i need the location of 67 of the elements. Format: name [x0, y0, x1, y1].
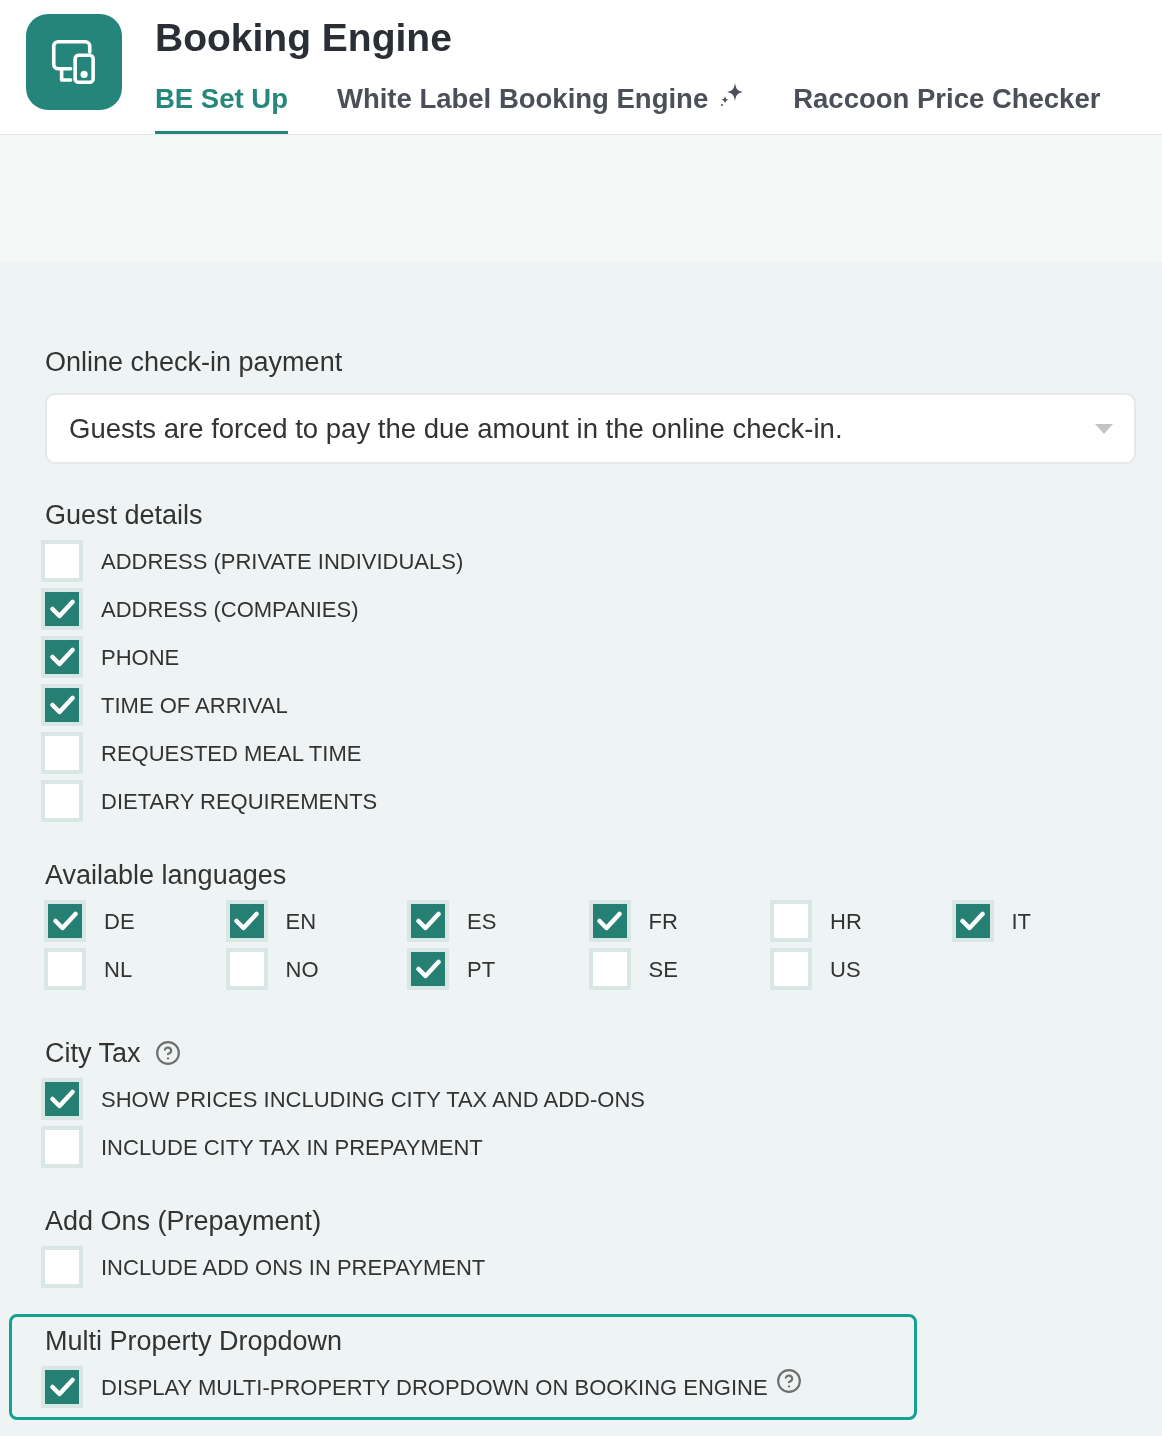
checkbox[interactable] — [951, 900, 994, 942]
dropdown[interactable]: Guests are forced to pay the due amount in the online check-in. — [45, 393, 1136, 464]
check-icon — [52, 911, 78, 931]
check-icon — [49, 1377, 75, 1397]
checkbox[interactable] — [41, 684, 83, 726]
option-label: ES — [467, 907, 497, 936]
option-label: ADDRESS (COMPANIES) — [101, 595, 359, 624]
check-icon — [49, 1089, 75, 1109]
check-icon — [597, 911, 622, 931]
checkbox[interactable] — [225, 900, 268, 942]
option-label: US — [830, 955, 861, 984]
section-label: Available languages — [45, 859, 287, 891]
check-icon — [415, 959, 441, 979]
option-label: PT — [467, 955, 496, 984]
checkbox[interactable] — [41, 540, 83, 582]
monitor-phone-icon — [26, 14, 122, 110]
check-icon — [49, 647, 75, 667]
tab[interactable]: Raccoon Price Checker — [793, 63, 1101, 134]
option-label: SE — [648, 955, 678, 984]
checkbox[interactable] — [225, 948, 268, 990]
check-icon — [49, 599, 75, 619]
check-icon — [415, 911, 441, 931]
option-label: SHOW PRICES INCLUDING CITY TAX AND ADD-ONS — [101, 1085, 645, 1114]
section-label: Multi Property Dropdown — [45, 1325, 343, 1357]
checkbox[interactable] — [41, 1126, 83, 1168]
checkbox[interactable] — [41, 636, 83, 678]
option-label: REQUESTED MEAL TIME — [101, 739, 362, 768]
checkbox[interactable] — [41, 1246, 83, 1288]
checkbox[interactable] — [407, 948, 449, 990]
option-label: DISPLAY MULTI-PROPERTY DROPDOWN ON BOOKING ENGINE — [101, 1373, 768, 1402]
option-label: DE — [104, 907, 135, 936]
checkbox[interactable] — [41, 1366, 83, 1408]
option-label: FR — [648, 907, 678, 936]
option-label: TIME OF ARRIVAL — [101, 691, 288, 720]
option-label: EN — [285, 907, 317, 936]
checkbox[interactable] — [41, 732, 83, 774]
checkbox[interactable] — [588, 948, 631, 990]
option-label: NO — [285, 955, 319, 984]
checkbox[interactable] — [44, 900, 86, 942]
section-label: Online check-in payment — [45, 346, 343, 378]
help-icon[interactable] — [775, 1368, 802, 1394]
checkbox[interactable] — [41, 780, 83, 822]
checkbox[interactable] — [44, 948, 86, 990]
section-label: Add Ons (Prepayment) — [45, 1205, 322, 1237]
page-title: Booking Engine — [155, 15, 453, 61]
option-label: ADDRESS (PRIVATE INDIVIDUALS) — [101, 547, 464, 576]
option-label: INCLUDE CITY TAX IN PREPAYMENT — [101, 1133, 483, 1162]
checkbox[interactable] — [41, 1078, 83, 1120]
option-label: PHONE — [101, 643, 180, 672]
checkbox[interactable] — [770, 900, 812, 942]
checkbox[interactable] — [588, 900, 631, 942]
check-icon — [234, 911, 259, 931]
option-label: INCLUDE ADD ONS IN PREPAYMENT — [101, 1253, 486, 1282]
tab[interactable]: White Label Booking Engine — [336, 63, 709, 134]
check-icon — [960, 911, 985, 931]
section-label: City Tax — [45, 1037, 141, 1069]
option-label: NL — [104, 955, 133, 984]
checkbox[interactable] — [770, 948, 812, 990]
help-icon[interactable] — [154, 1040, 181, 1066]
option-label: HR — [830, 907, 862, 936]
checkbox[interactable] — [41, 588, 83, 630]
check-icon — [49, 695, 75, 715]
option-label: DIETARY REQUIREMENTS — [101, 787, 378, 816]
section-label: Guest details — [45, 499, 203, 531]
checkbox[interactable] — [407, 900, 449, 942]
caret-icon — [1095, 423, 1113, 434]
option-label: IT — [1011, 907, 1032, 936]
